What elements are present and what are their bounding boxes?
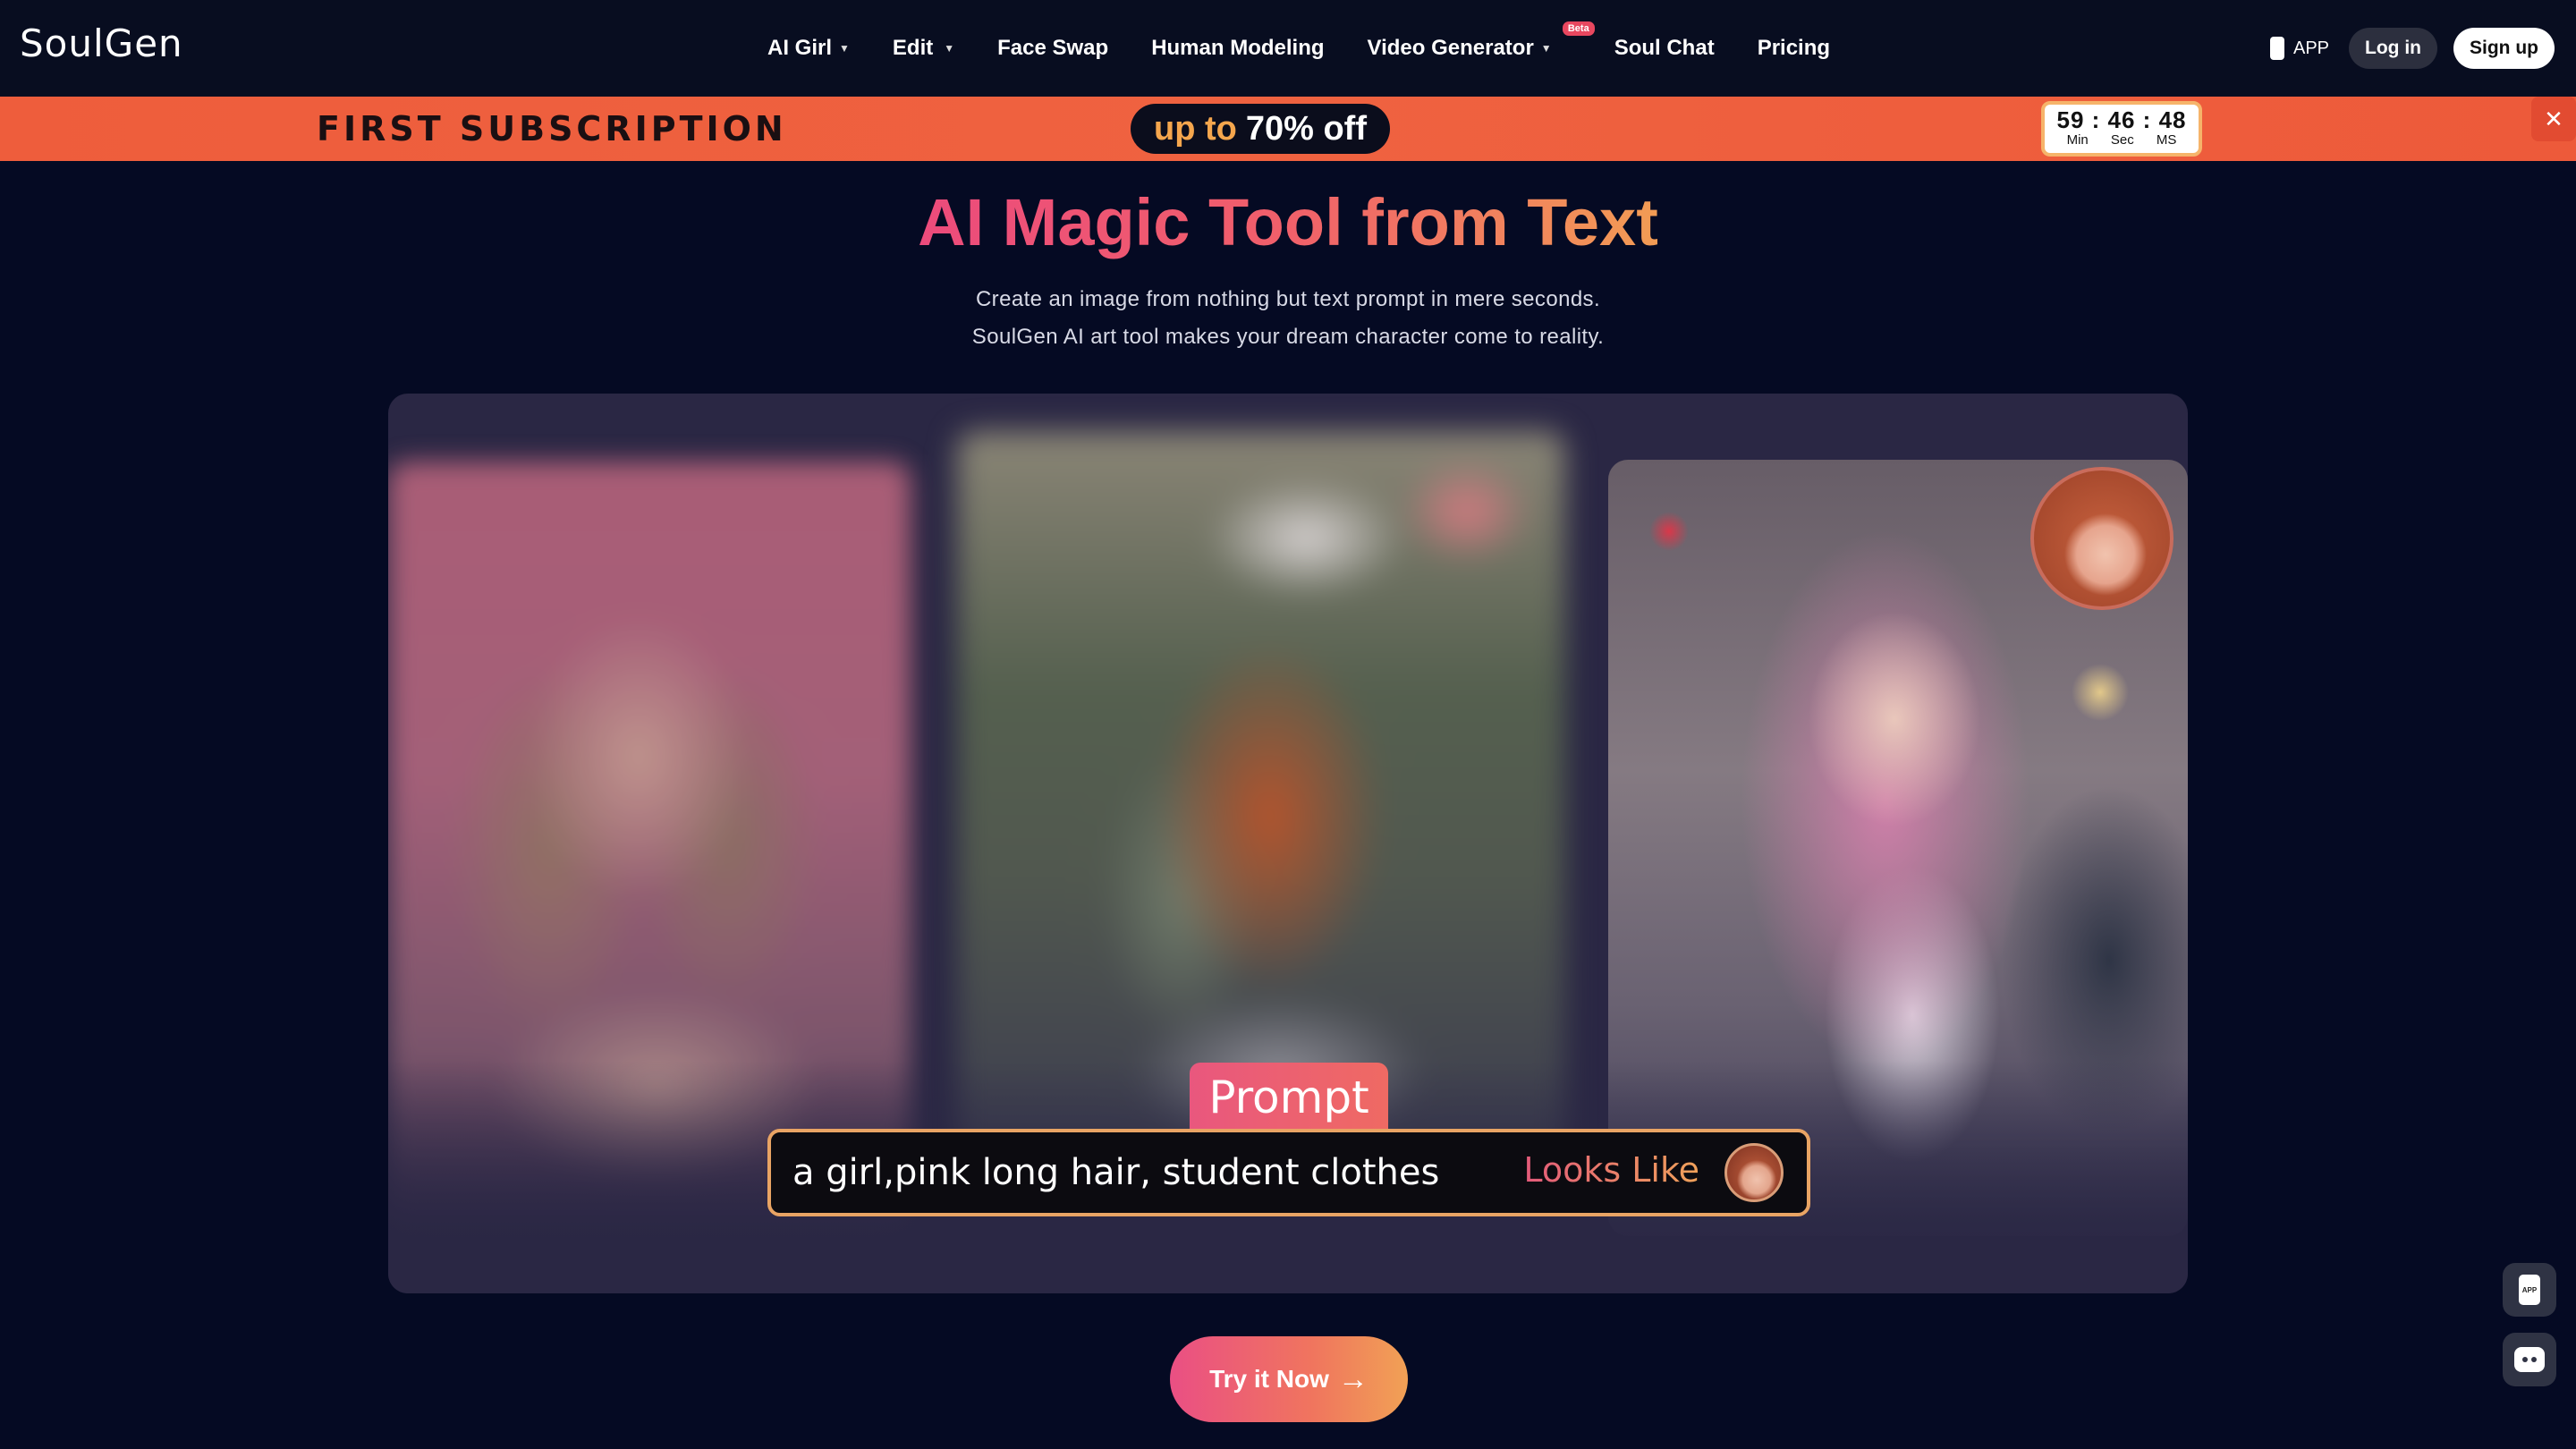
hero-subtitle-line-1: Create an image from nothing but text pr… bbox=[975, 287, 1601, 311]
top-navigation-bar: SoulGen AI Girl ▼ Edit ▼ Face Swap Human… bbox=[0, 0, 2576, 97]
caret-down-icon: ▼ bbox=[1540, 42, 1552, 55]
app-download-link[interactable]: APP bbox=[2269, 37, 2330, 60]
nav-human-modeling[interactable]: Human Modeling bbox=[1151, 36, 1324, 61]
soulgen-logo[interactable]: SoulGen bbox=[20, 21, 183, 65]
nav-video-generator-label: Video Generator bbox=[1367, 36, 1534, 60]
timer-seconds: 46 bbox=[2107, 106, 2136, 133]
timer-sec-label: Sec bbox=[2110, 132, 2134, 148]
timer-minutes: 59 bbox=[2056, 106, 2085, 133]
phone-icon bbox=[2269, 37, 2284, 60]
beta-badge: Beta bbox=[1562, 21, 1595, 36]
nav-video-generator[interactable]: Video Generator ▼ Beta bbox=[1367, 21, 1595, 61]
floating-app-button[interactable]: APP bbox=[2503, 1263, 2556, 1317]
floating-chat-button[interactable] bbox=[2503, 1333, 2556, 1386]
prompt-display-box: a girl,pink long hair, student clothes L… bbox=[767, 1129, 1810, 1216]
app-phone-icon: APP bbox=[2519, 1275, 2540, 1305]
nav-face-swap-label: Face Swap bbox=[997, 36, 1109, 60]
countdown-timer: 59 : 46 : 48 Min Sec MS bbox=[2041, 101, 2202, 157]
hero-subtitle: Create an image from nothing but text pr… bbox=[0, 281, 2576, 356]
discount-upto-text: up to bbox=[1154, 109, 1237, 148]
nav-pricing[interactable]: Pricing bbox=[1758, 36, 1830, 61]
nav-human-modeling-label: Human Modeling bbox=[1151, 36, 1325, 60]
login-button[interactable]: Log in bbox=[2349, 28, 2437, 69]
signup-button[interactable]: Sign up bbox=[2453, 28, 2555, 69]
nav-soul-chat[interactable]: Soul Chat bbox=[1614, 36, 1715, 61]
promo-title: FIRST SUBSCRIPTION bbox=[317, 109, 787, 148]
prompt-tab-label: Prompt bbox=[1190, 1063, 1388, 1132]
looks-like-avatar bbox=[1724, 1143, 1784, 1202]
page-title: AI Magic Tool from Text bbox=[0, 184, 2576, 260]
caret-down-icon: ▼ bbox=[839, 42, 850, 55]
nav-edit[interactable]: Edit ▼ bbox=[893, 36, 954, 61]
prompt-text: a girl,pink long hair, student clothes bbox=[792, 1152, 1440, 1193]
nav-soul-chat-label: Soul Chat bbox=[1614, 36, 1715, 60]
page-title-text: AI Magic Tool from Text bbox=[918, 185, 1658, 259]
looks-like-label: Looks Like bbox=[1523, 1150, 1699, 1190]
caret-down-icon: ▼ bbox=[944, 42, 955, 55]
reference-face-avatar bbox=[2030, 467, 2174, 610]
timer-min-label: Min bbox=[2066, 132, 2089, 148]
timer-milliseconds: 48 bbox=[2158, 106, 2187, 133]
timer-units: Min Sec MS bbox=[2045, 132, 2199, 148]
timer-ms-label: MS bbox=[2156, 132, 2177, 148]
nav-ai-girl-label: AI Girl bbox=[767, 36, 833, 60]
main-nav: AI Girl ▼ Edit ▼ Face Swap Human Modelin… bbox=[767, 0, 1873, 97]
timer-digits: 59 : 46 : 48 bbox=[2056, 106, 2187, 133]
arrow-right-icon: → bbox=[1337, 1361, 1368, 1396]
try-it-now-button[interactable]: Try it Now → bbox=[1170, 1336, 1408, 1422]
close-icon[interactable]: ✕ bbox=[2531, 97, 2576, 141]
promo-banner[interactable]: FIRST SUBSCRIPTION up to 70% off 59 : 46… bbox=[0, 97, 2576, 161]
hero-subtitle-line-2: SoulGen AI art tool makes your dream cha… bbox=[971, 325, 1605, 349]
discount-pill: up to 70% off bbox=[1131, 104, 1390, 154]
try-it-now-label: Try it Now bbox=[1209, 1365, 1329, 1393]
nav-face-swap[interactable]: Face Swap bbox=[997, 36, 1108, 61]
nav-edit-label: Edit bbox=[892, 36, 934, 60]
nav-pricing-label: Pricing bbox=[1757, 36, 1831, 60]
app-label: APP bbox=[2292, 38, 2330, 58]
header-actions: APP Log in Sign up bbox=[2269, 27, 2555, 70]
nav-ai-girl[interactable]: AI Girl ▼ bbox=[767, 36, 850, 61]
chat-bot-icon bbox=[2514, 1347, 2545, 1372]
showcase-panel: Prompt a girl,pink long hair, student cl… bbox=[388, 394, 2188, 1293]
discount-value: 70% off bbox=[1245, 109, 1367, 148]
